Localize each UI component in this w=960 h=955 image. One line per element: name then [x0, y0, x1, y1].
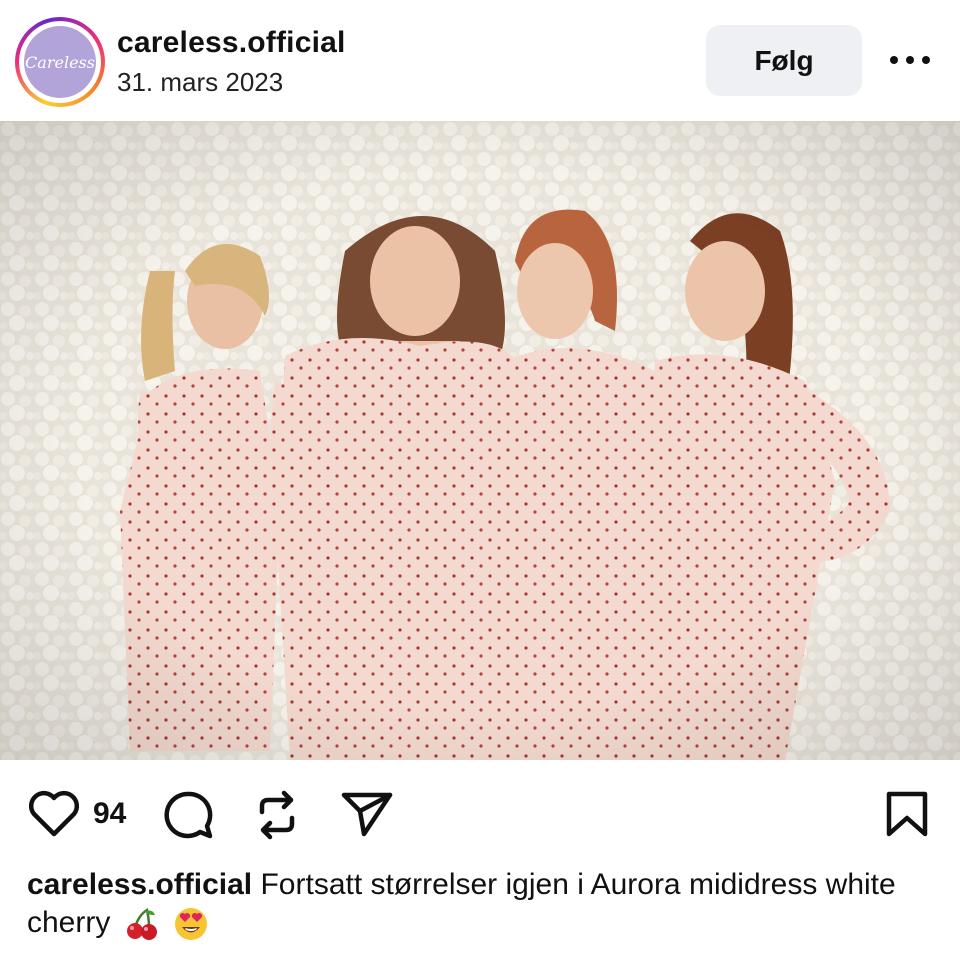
post-username[interactable]: careless.official — [117, 26, 346, 60]
story-ring[interactable]: Careless — [15, 17, 105, 107]
bookmark-icon[interactable] — [884, 790, 930, 838]
post-date: 31. mars 2023 — [117, 67, 284, 97]
avatar-border: Careless — [19, 21, 101, 103]
cherry-emoji-icon — [126, 908, 157, 941]
avatar[interactable]: Careless — [24, 26, 96, 98]
share-icon[interactable] — [340, 790, 394, 838]
repost-icon[interactable] — [254, 790, 300, 840]
more-options-icon[interactable] — [890, 48, 930, 72]
caption-username[interactable]: careless.official — [27, 868, 252, 901]
heart-icon[interactable] — [27, 790, 81, 838]
avatar-logo-text: Careless — [25, 52, 95, 72]
follow-button[interactable]: Følg — [706, 25, 862, 96]
post-caption: careless.official Fortsatt størrelser ig… — [27, 866, 937, 942]
heart-eyes-emoji-icon — [175, 908, 208, 941]
comment-icon[interactable] — [162, 790, 214, 842]
post-header: Careless careless.official 31. mars 2023… — [0, 0, 960, 120]
post-photo[interactable] — [0, 121, 960, 760]
action-bar — [0, 760, 960, 870]
like-count[interactable]: 94 — [93, 797, 126, 831]
